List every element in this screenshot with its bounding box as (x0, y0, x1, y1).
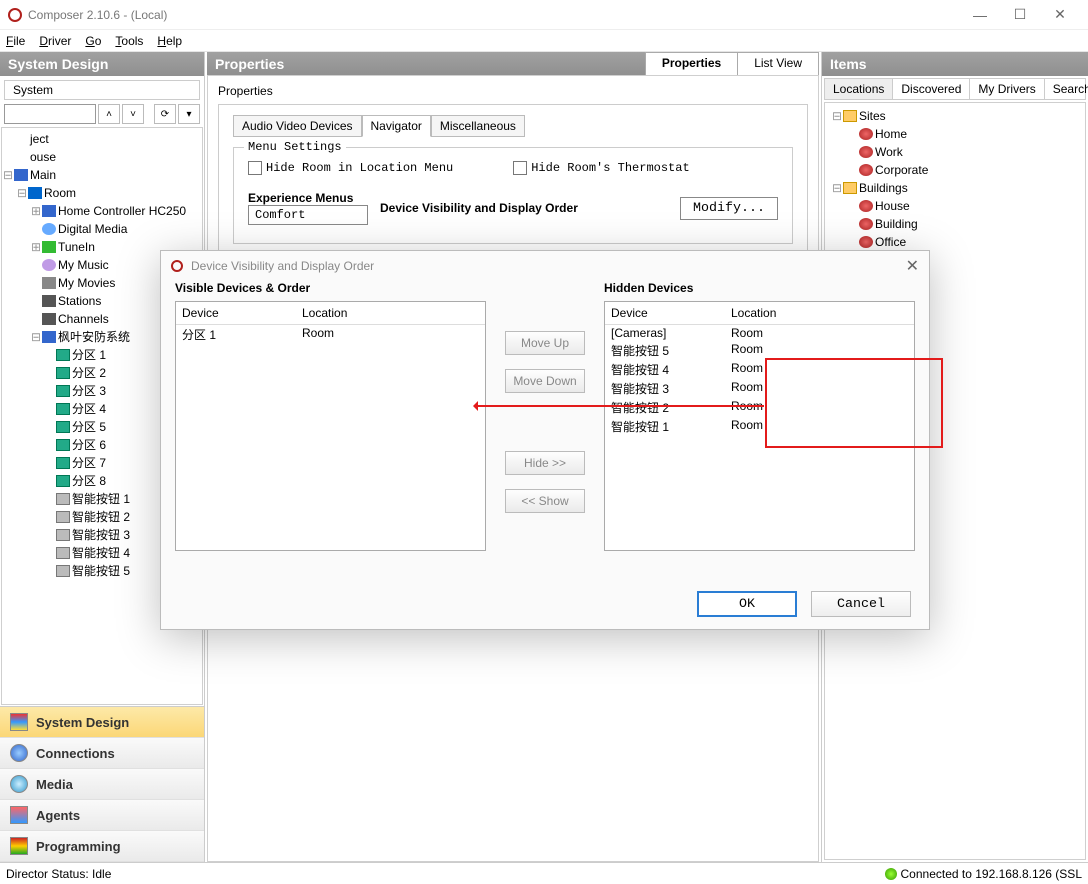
tree-item[interactable]: ject (2, 130, 202, 148)
status-right: Connected to 192.168.8.126 (SSL (901, 867, 1082, 881)
rtab-search[interactable]: Search (1045, 79, 1088, 99)
nav-down-button[interactable]: ˅ (122, 104, 144, 124)
col-location: Location (302, 306, 347, 320)
menu-settings-legend: Menu Settings (244, 140, 346, 154)
rtab-locations[interactable]: Locations (825, 79, 893, 99)
cancel-button[interactable]: Cancel (811, 591, 911, 617)
hidden-device-row[interactable]: 智能按钮 2Room (605, 398, 914, 417)
hidden-devices-list: Hidden Devices Device Location [Cameras]… (604, 281, 915, 579)
connection-status-icon (885, 868, 897, 880)
properties-sublabel: Properties (218, 84, 808, 98)
modify-button[interactable]: Modify... (680, 197, 778, 220)
items-header: Items (822, 52, 1088, 76)
visible-device-row[interactable]: 分区 1Room (176, 325, 485, 344)
tree-item[interactable]: ⊟Room (2, 184, 202, 202)
dvdo-label: Device Visibility and Display Order (380, 201, 668, 215)
tab-properties[interactable]: Properties (645, 52, 738, 76)
app-logo-icon (8, 8, 22, 22)
window-title: Composer 2.10.6 - (Local) (28, 8, 167, 22)
filter-combo[interactable] (4, 104, 96, 124)
left-panel-header: System Design (0, 52, 204, 76)
hidden-device-row[interactable]: 智能按钮 4Room (605, 360, 914, 379)
nav-up-button[interactable]: ˄ (98, 104, 120, 124)
experience-menus-label: Experience Menus (248, 191, 368, 205)
menu-bar: File Driver Go Tools Help (0, 30, 1088, 52)
hide-button[interactable]: Hide >> (505, 451, 585, 475)
visible-devices-caption: Visible Devices & Order (175, 281, 486, 295)
col-location-h: Location (731, 306, 776, 320)
ptab-navigator[interactable]: Navigator (362, 115, 431, 137)
dvdo-dialog: Device Visibility and Display Order ✕ Vi… (160, 250, 930, 630)
col-device: Device (182, 306, 302, 320)
visible-devices-list: Visible Devices & Order Device Location … (175, 281, 486, 579)
menu-driver[interactable]: Driver (39, 34, 71, 48)
rtab-my-drivers[interactable]: My Drivers (970, 79, 1044, 99)
left-toolbar: ˄ ˅ ⟳ ▾ (0, 102, 204, 126)
status-left: Director Status: Idle (6, 867, 111, 881)
items-tree-item[interactable]: Work (827, 143, 1083, 161)
items-tree-item[interactable]: Building (827, 215, 1083, 233)
move-down-button[interactable]: Move Down (505, 369, 585, 393)
nav-item[interactable]: Media (0, 769, 204, 800)
menu-go[interactable]: Go (85, 34, 101, 48)
hidden-device-row[interactable]: 智能按钮 1Room (605, 417, 914, 436)
tree-item[interactable]: ⊞Home Controller HC250 (2, 202, 202, 220)
window-titlebar: Composer 2.10.6 - (Local) — ☐ ✕ (0, 0, 1088, 30)
tree-item[interactable]: ⊟Main (2, 166, 202, 184)
nav-item[interactable]: Connections (0, 738, 204, 769)
refresh-button[interactable]: ⟳ (154, 104, 176, 124)
tab-list-view[interactable]: List View (737, 52, 819, 76)
status-bar: Director Status: Idle Connected to 192.1… (0, 862, 1088, 884)
hide-thermostat-checkbox[interactable]: Hide Room's Thermostat (513, 160, 689, 175)
items-tree-item[interactable]: Corporate (827, 161, 1083, 179)
tree-item[interactable]: Digital Media (2, 220, 202, 238)
nav-item[interactable]: System Design (0, 707, 204, 738)
col-device-h: Device (611, 306, 731, 320)
move-up-button[interactable]: Move Up (505, 331, 585, 355)
dialog-title: Device Visibility and Display Order (191, 259, 374, 273)
properties-header: Properties (207, 52, 646, 76)
minimize-button[interactable]: — (960, 7, 1000, 23)
close-button[interactable]: ✕ (1040, 6, 1080, 23)
ptab-av-devices[interactable]: Audio Video Devices (233, 115, 362, 137)
maximize-button[interactable]: ☐ (1000, 6, 1040, 23)
hidden-device-row[interactable]: 智能按钮 5Room (605, 341, 914, 360)
nav-item[interactable]: Agents (0, 800, 204, 831)
ok-button[interactable]: OK (697, 591, 797, 617)
menu-file[interactable]: File (6, 34, 25, 48)
system-button[interactable]: System (4, 80, 200, 100)
items-tree-item[interactable]: ⊟Buildings (827, 179, 1083, 197)
nav-panel: System DesignConnectionsMediaAgentsProgr… (0, 706, 204, 862)
dialog-close-button[interactable]: ✕ (906, 256, 919, 276)
menu-help[interactable]: Help (157, 34, 182, 48)
hidden-device-row[interactable]: 智能按钮 3Room (605, 379, 914, 398)
items-tree-item[interactable]: Office (827, 233, 1083, 251)
items-tree-item[interactable]: House (827, 197, 1083, 215)
hidden-device-row[interactable]: [Cameras]Room (605, 325, 914, 341)
rtab-discovered[interactable]: Discovered (893, 79, 970, 99)
show-button[interactable]: << Show (505, 489, 585, 513)
ptab-misc[interactable]: Miscellaneous (431, 115, 525, 137)
tree-item[interactable]: ouse (2, 148, 202, 166)
experience-menu-combo[interactable]: Comfort (248, 205, 368, 225)
menu-tools[interactable]: Tools (115, 34, 143, 48)
hidden-devices-caption: Hidden Devices (604, 281, 915, 295)
items-tree-item[interactable]: ⊟Sites (827, 107, 1083, 125)
filter-button[interactable]: ▾ (178, 104, 200, 124)
items-tree-item[interactable]: Home (827, 125, 1083, 143)
hide-room-location-checkbox[interactable]: Hide Room in Location Menu (248, 160, 453, 175)
dialog-logo-icon (171, 260, 183, 272)
nav-item[interactable]: Programming (0, 831, 204, 862)
